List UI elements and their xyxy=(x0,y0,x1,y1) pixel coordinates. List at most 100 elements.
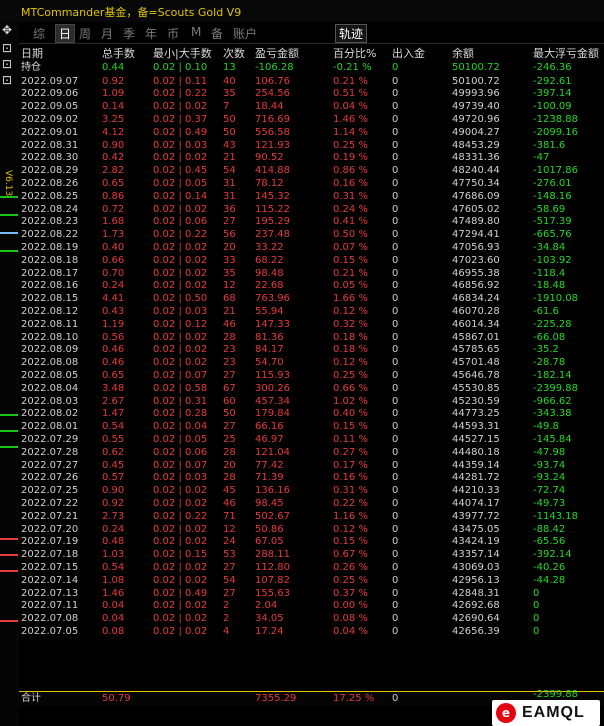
window-icon[interactable]: ⊡ xyxy=(2,58,12,70)
table-row[interactable]: 2022.07.22 0.92 0.02 | 0.02 46 98.45 0.22 % 0 4… xyxy=(19,498,604,511)
table-row[interactable]: 2022.07.19 0.48 0.02 | 0.02 24 67.05 0.15 % 0 4… xyxy=(19,536,604,549)
cell-max-drawdown: -88.42 xyxy=(533,523,566,535)
table-row[interactable]: 2022.09.05 0.14 0.02 | 0.02 7 18.44 0.04 % 0 49… xyxy=(19,101,604,114)
table-row[interactable]: 2022.08.19 0.40 0.02 | 0.02 20 33.22 0.07 % 0 4… xyxy=(19,242,604,255)
table-row[interactable]: 2022.08.12 0.43 0.02 | 0.03 21 55.94 0.12 % 0 4… xyxy=(19,306,604,319)
cell-percent: 0.12 % xyxy=(333,357,368,369)
cell-percent: 0.67 % xyxy=(333,549,368,561)
cell-inout: 0 xyxy=(392,446,399,458)
table-row[interactable]: 2022.07.28 0.62 0.02 | 0.06 28 121.04 0.27 % 0… xyxy=(19,447,604,460)
cell-date: 2022.08.15 xyxy=(21,293,79,305)
cell-lots: 3.25 xyxy=(102,113,125,125)
table-row[interactable]: 2022.08.03 2.67 0.02 | 0.31 60 457.34 1.02 % 0… xyxy=(19,396,604,409)
cell-lots: 0.46 xyxy=(102,344,125,356)
tab-day[interactable]: 日 xyxy=(55,24,76,43)
table-row[interactable]: 2022.08.02 1.47 0.02 | 0.28 50 179.84 0.40 % 0… xyxy=(19,408,604,421)
cell-lots: 1.08 xyxy=(102,574,125,586)
table-row[interactable]: 2022.08.26 0.65 0.02 | 0.05 31 78.12 0.16 % 0 4… xyxy=(19,178,604,191)
table-row[interactable]: 2022.07.25 0.90 0.02 | 0.02 45 136.16 0.31 % 0… xyxy=(19,485,604,498)
window-icon[interactable]: ⊡ xyxy=(2,74,12,86)
window-icon[interactable]: ⊡ xyxy=(2,42,12,54)
cell-max-drawdown: -61.6 xyxy=(533,305,559,317)
table-row[interactable]: 2022.07.14 1.08 0.02 | 0.02 54 107.82 0.25 % 0… xyxy=(19,575,604,588)
table-row[interactable]: 2022.08.17 0.70 0.02 | 0.02 35 98.48 0.21 % 0 4… xyxy=(19,268,604,281)
cell-profit: 112.80 xyxy=(255,561,290,573)
table-row[interactable]: 2022.09.06 1.09 0.02 | 0.22 35 254.56 0.51 % 0… xyxy=(19,88,604,101)
table-row[interactable]: 2022.07.08 0.04 0.02 | 0.02 2 34.05 0.08 % 0 42… xyxy=(19,613,604,626)
cell-lots: 1.68 xyxy=(102,216,125,228)
cell-lots: 0.43 xyxy=(102,305,125,317)
table-row[interactable]: 2022.08.05 0.65 0.02 | 0.07 27 115.93 0.25 % 0… xyxy=(19,370,604,383)
cell-date: 2022.08.29 xyxy=(21,165,79,177)
cell-date: 2022.09.06 xyxy=(21,88,79,100)
table-row[interactable]: 2022.08.16 0.24 0.02 | 0.02 12 22.68 0.05 % 0 4… xyxy=(19,280,604,293)
cell-percent: 0.18 % xyxy=(333,331,368,343)
table-row[interactable]: 2022.08.08 0.46 0.02 | 0.02 23 54.70 0.12 % 0 4… xyxy=(19,357,604,370)
table-row[interactable]: 2022.09.07 0.92 0.02 | 0.11 40 106.76 0.21 % 0… xyxy=(19,76,604,89)
table-row[interactable]: 2022.07.27 0.45 0.02 | 0.07 20 77.42 0.17 % 0 4… xyxy=(19,460,604,473)
table-row[interactable]: 2022.07.11 0.04 0.02 | 0.02 2 2.04 0.00 % 0 426… xyxy=(19,600,604,613)
holding-row[interactable]: 持仓 0.44 0.02 | 0.10 13 -106.28 -0.21 % 0… xyxy=(19,62,604,75)
table-row[interactable]: 2022.08.09 0.46 0.02 | 0.02 23 84.17 0.18 % 0 4… xyxy=(19,344,604,357)
cell-inout: 0 xyxy=(392,88,399,100)
table-row[interactable]: 2022.07.18 1.03 0.02 | 0.15 53 288.11 0.67 % 0… xyxy=(19,549,604,562)
table-row[interactable]: 2022.08.04 3.48 0.02 | 0.58 67 300.26 0.66 % 0… xyxy=(19,383,604,396)
tab-quarter[interactable]: 季 xyxy=(123,25,135,42)
cell-inout: 0 xyxy=(392,613,399,625)
cell-balance: 47750.34 xyxy=(452,177,500,189)
cell-profit: 457.34 xyxy=(255,395,290,407)
indicator-bar xyxy=(0,570,18,572)
track-button[interactable]: 轨迹 xyxy=(335,24,368,43)
cell-count: 12 xyxy=(223,280,236,292)
table-row[interactable]: 2022.07.05 0.08 0.02 | 0.02 4 17.24 0.04 % 0 42… xyxy=(19,626,604,639)
cell-percent: 0.12 % xyxy=(333,305,368,317)
table-row[interactable]: 2022.08.24 0.72 0.02 | 0.02 36 115.22 0.24 % 0… xyxy=(19,204,604,217)
table-row[interactable]: 2022.08.22 1.73 0.02 | 0.22 56 237.48 0.50 % 0… xyxy=(19,229,604,242)
tab-m[interactable]: M xyxy=(191,25,201,39)
cell-inout: 0 xyxy=(392,318,399,330)
tab-summary[interactable]: 综 xyxy=(33,25,45,42)
cell-balance: 48240.44 xyxy=(452,165,500,177)
table-row[interactable]: 2022.07.15 0.54 0.02 | 0.02 27 112.80 0.26 % 0… xyxy=(19,562,604,575)
table-row[interactable]: 2022.08.23 1.68 0.02 | 0.06 27 195.29 0.41 % 0… xyxy=(19,216,604,229)
cell-percent: 0.15 % xyxy=(333,254,368,266)
cell-min-max: 0.02 | 0.02 xyxy=(153,485,208,497)
table-row[interactable]: 2022.08.31 0.90 0.02 | 0.03 43 121.93 0.25 % 0… xyxy=(19,140,604,153)
table-row[interactable]: 2022.09.02 3.25 0.02 | 0.37 50 716.69 1.46 % 0… xyxy=(19,114,604,127)
tab-note[interactable]: 备 xyxy=(211,25,223,42)
cell-inout: 0 xyxy=(392,574,399,586)
cell-min-max: 0.02 | 0.02 xyxy=(153,613,208,625)
cell-min-max: 0.02 | 0.05 xyxy=(153,433,208,445)
table-row[interactable]: 2022.08.18 0.66 0.02 | 0.02 33 68.22 0.15 % 0 4… xyxy=(19,255,604,268)
table-row[interactable]: 2022.07.20 0.24 0.02 | 0.02 12 50.86 0.12 % 0 4… xyxy=(19,524,604,537)
cell-lots: 2.67 xyxy=(102,395,125,407)
cell-profit: 78.12 xyxy=(255,177,284,189)
cell-max-drawdown: 0 xyxy=(533,625,540,637)
tab-year[interactable]: 年 xyxy=(145,25,157,42)
tab-week[interactable]: 周 xyxy=(79,25,91,42)
table-row[interactable]: 2022.08.01 0.54 0.02 | 0.04 27 66.16 0.15 % 0 4… xyxy=(19,421,604,434)
table-row[interactable]: 2022.08.25 0.86 0.02 | 0.14 31 145.32 0.31 % 0… xyxy=(19,191,604,204)
tab-currency[interactable]: 币 xyxy=(167,25,179,42)
cell-min-max: 0.02 | 0.14 xyxy=(153,190,208,202)
table-row[interactable]: 2022.08.30 0.42 0.02 | 0.02 21 90.52 0.19 % 0 4… xyxy=(19,152,604,165)
table-row[interactable]: 2022.08.29 2.82 0.02 | 0.45 54 414.88 0.86 % 0… xyxy=(19,165,604,178)
cell-balance: 46856.92 xyxy=(452,280,500,292)
table-row[interactable]: 2022.08.11 1.19 0.02 | 0.12 46 147.33 0.32 % 0… xyxy=(19,319,604,332)
table-row[interactable]: 2022.08.10 0.56 0.02 | 0.02 28 81.36 0.18 % 0 4… xyxy=(19,332,604,345)
table-row[interactable]: 2022.07.21 2.73 0.02 | 0.22 71 502.67 1.16 % 0… xyxy=(19,511,604,524)
tab-account[interactable]: 账户 xyxy=(233,25,257,42)
cell-balance: 49720.96 xyxy=(452,113,500,125)
cell-min-max: 0.02 | 0.58 xyxy=(153,382,208,394)
table-row[interactable]: 2022.08.15 4.41 0.02 | 0.50 68 763.96 1.66 % 0… xyxy=(19,293,604,306)
table-row[interactable]: 2022.07.29 0.55 0.02 | 0.05 25 46.97 0.11 % 0 4… xyxy=(19,434,604,447)
move-icon[interactable]: ✥ xyxy=(2,24,12,36)
table-row[interactable]: 2022.07.26 0.57 0.02 | 0.03 28 71.39 0.16 % 0 4… xyxy=(19,472,604,485)
table-row[interactable]: 2022.09.01 4.12 0.02 | 0.49 50 556.58 1.14 % 0… xyxy=(19,127,604,140)
tab-month[interactable]: 月 xyxy=(101,25,113,42)
cell-min-max: 0.02 | 0.02 xyxy=(153,203,208,215)
cell-lots: 0.55 xyxy=(102,433,125,445)
table-row[interactable]: 2022.07.13 1.46 0.02 | 0.49 27 155.63 0.37 % 0… xyxy=(19,588,604,601)
cell-count: 50 xyxy=(223,126,236,138)
cell-balance: 47023.60 xyxy=(452,254,500,266)
